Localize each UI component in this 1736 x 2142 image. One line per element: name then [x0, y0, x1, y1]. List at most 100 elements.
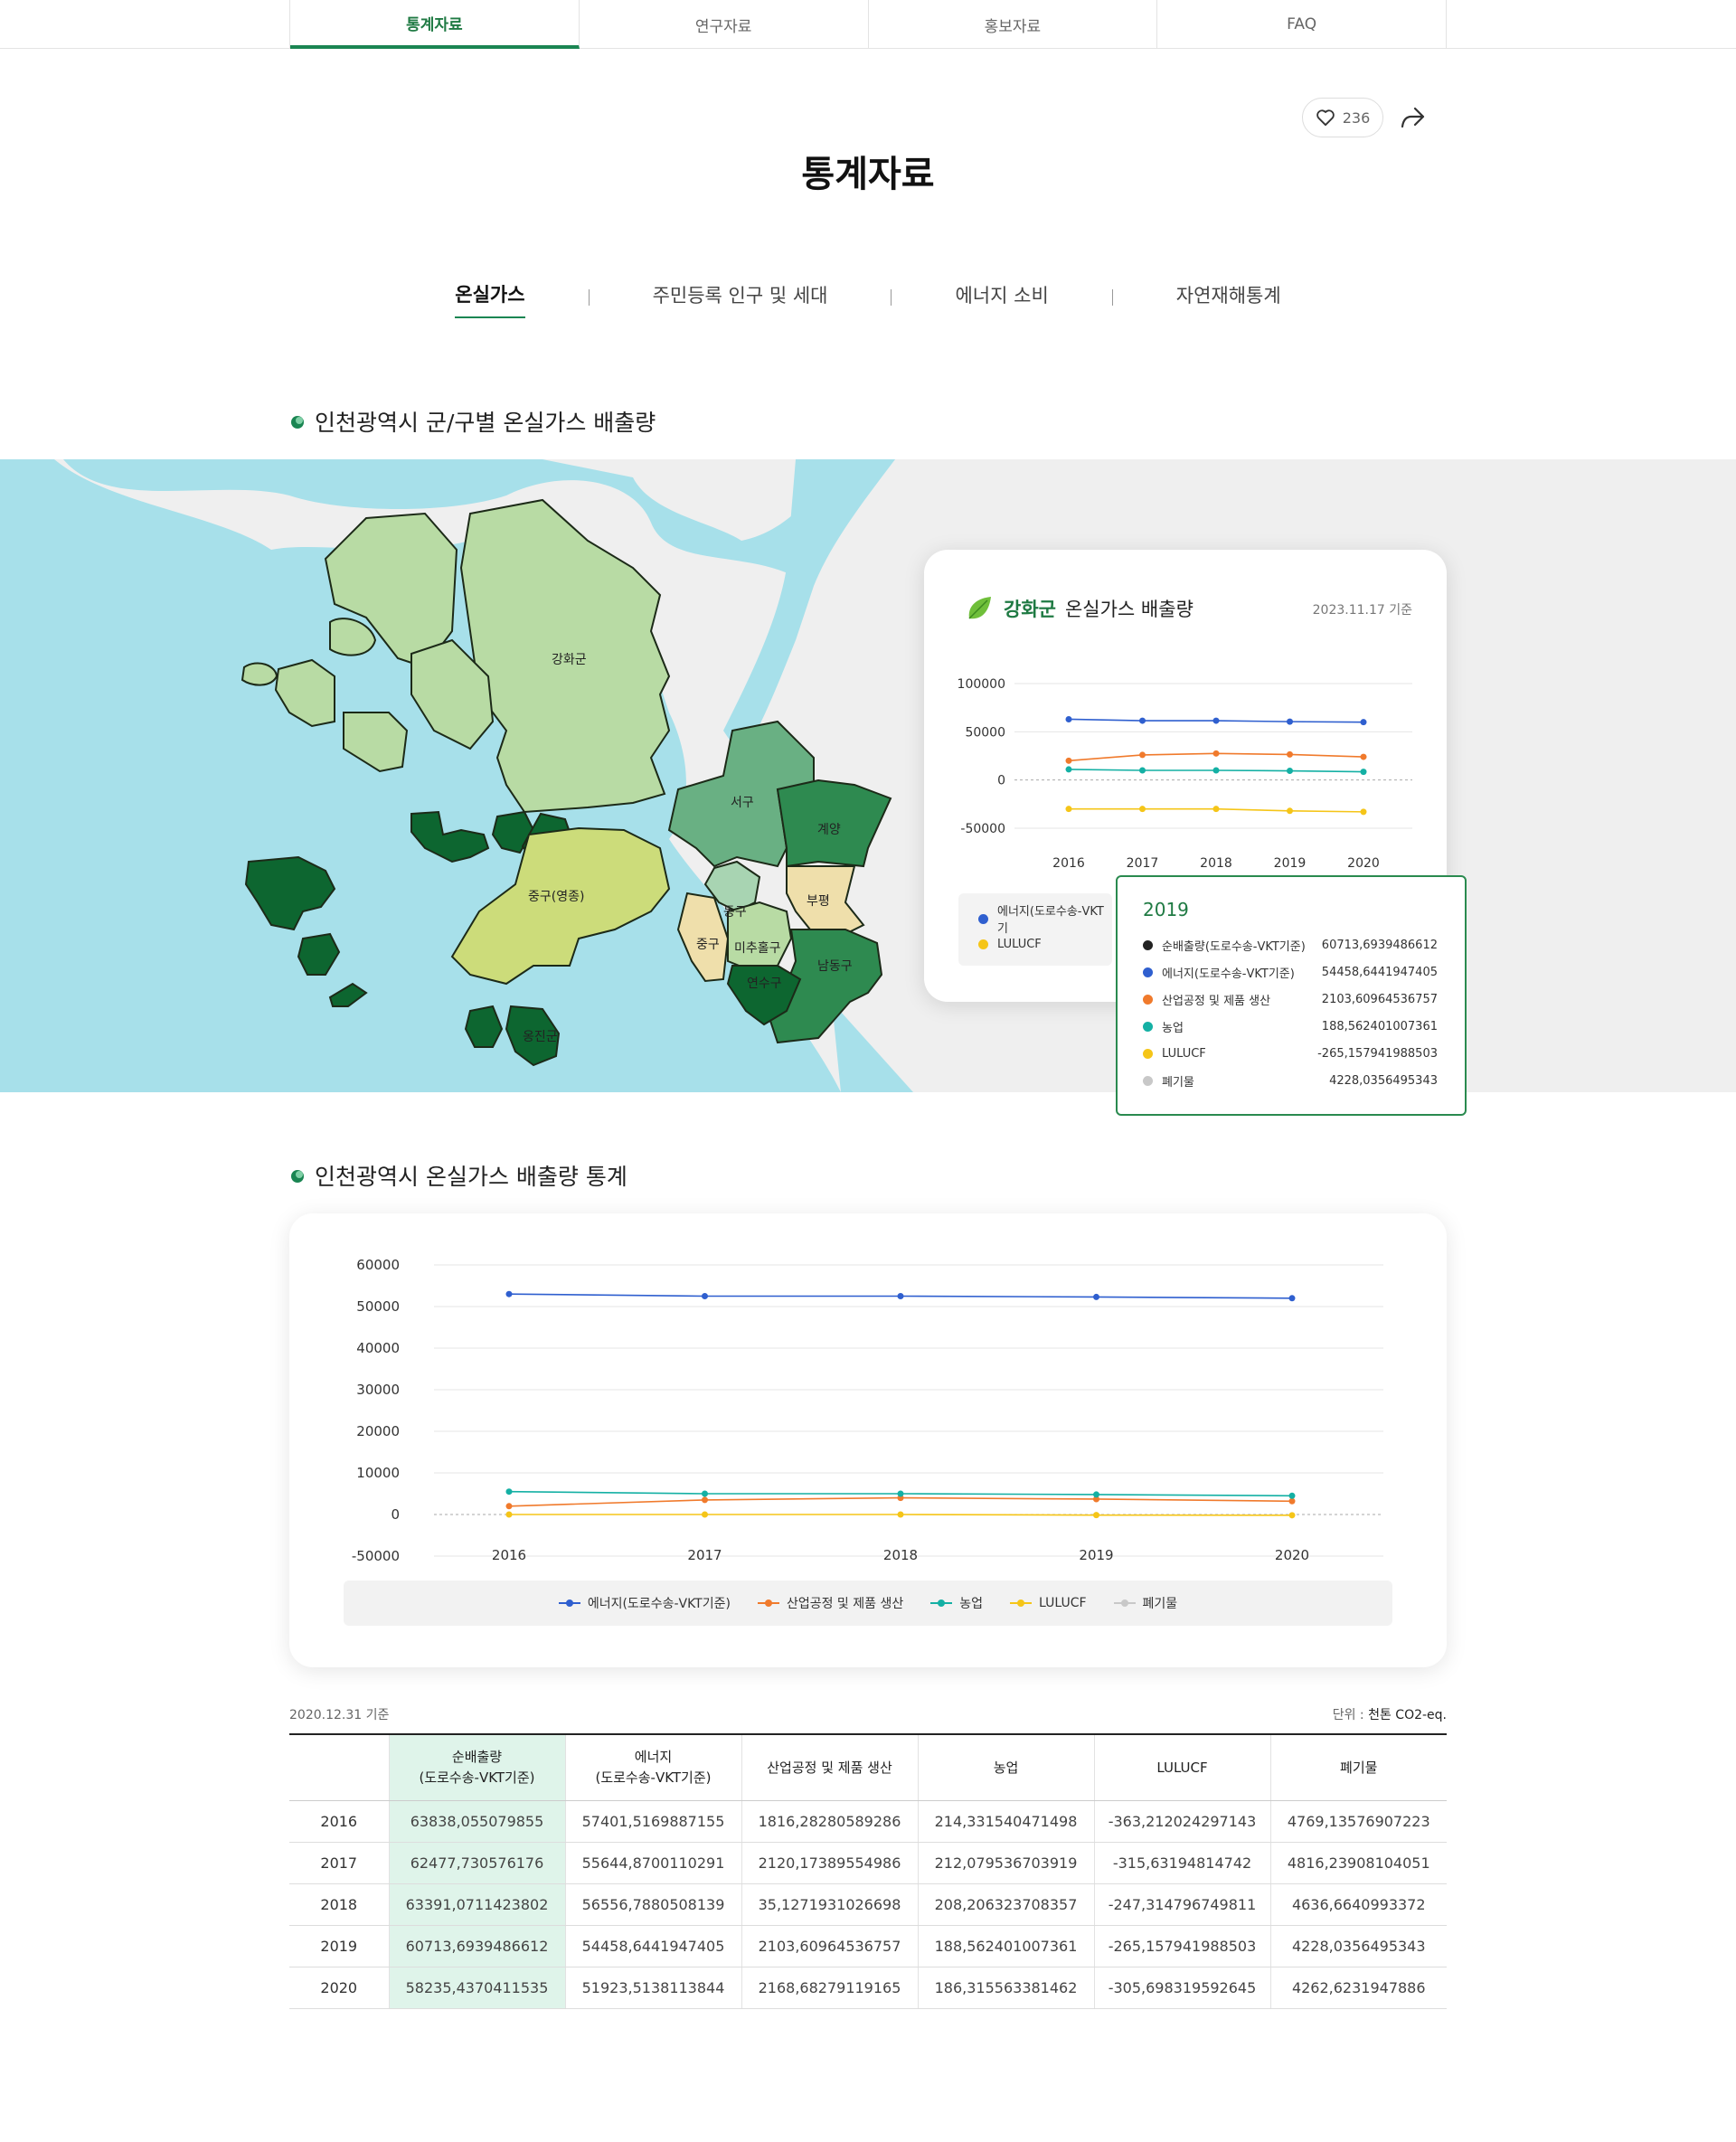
legend-item[interactable]: 폐기물	[1113, 1594, 1177, 1612]
data-point[interactable]	[1139, 717, 1146, 724]
table-header: 순배출량 (도로수송-VKT기준)	[388, 1733, 565, 1801]
table-basis: 2020.12.31 기준	[289, 1708, 390, 1722]
data-point[interactable]	[1093, 1293, 1099, 1300]
table-cell: 2103,60964536757	[741, 1925, 918, 1967]
data-point[interactable]	[1287, 807, 1293, 815]
legend-label: 산업공정 및 제품 생산	[786, 1597, 904, 1611]
data-point[interactable]	[1287, 718, 1293, 725]
map-svg: 강화군 서구 계양 부평 동구 중구 미추홀구 남동구 연수구 중구(영종) 옹…	[0, 459, 913, 1092]
y-tick-label: -50000	[352, 1548, 400, 1564]
table-cell: -247,314796749811	[1093, 1883, 1270, 1926]
tab-promotion[interactable]: 홍보자료	[869, 0, 1158, 49]
data-point[interactable]	[1093, 1491, 1099, 1498]
data-point[interactable]	[1288, 1512, 1296, 1519]
category-population[interactable]: 주민등록 인구 및 세대	[653, 278, 828, 317]
data-point[interactable]	[1065, 757, 1072, 764]
data-point[interactable]	[505, 1488, 513, 1496]
data-point[interactable]	[1360, 753, 1367, 760]
legend-item[interactable]: 에너지(도로수송-VKT기	[978, 905, 1112, 936]
data-point[interactable]	[1139, 767, 1146, 774]
map-label-yeonsu: 연수구	[747, 977, 782, 991]
data-point[interactable]	[897, 1490, 904, 1497]
tab-research[interactable]: 연구자료	[580, 0, 869, 49]
data-point[interactable]	[505, 1290, 513, 1297]
legend-item[interactable]: 산업공정 및 제품 생산	[757, 1594, 904, 1612]
table-cell: 51923,5138113844	[564, 1967, 741, 2009]
table-row: 2019 60713,6939486612 54458,6441947405 2103…	[289, 1925, 1447, 1967]
data-point[interactable]	[1065, 766, 1072, 773]
table-cell: 35,1271931026698	[741, 1883, 918, 1926]
category-disaster[interactable]: 자연재해통계	[1176, 278, 1281, 317]
legend-marker	[1010, 1599, 1032, 1607]
data-point[interactable]	[1360, 769, 1367, 776]
tooltip-year: 2019	[1143, 899, 1189, 920]
map-label-donggu: 동구	[723, 905, 747, 920]
data-point[interactable]	[1288, 1492, 1296, 1499]
legend-item[interactable]: 에너지(도로수송-VKT기준)	[558, 1594, 731, 1612]
tooltip-dot	[1143, 939, 1153, 950]
data-point[interactable]	[1065, 806, 1072, 813]
data-point[interactable]	[1288, 1295, 1296, 1302]
data-point[interactable]	[505, 1503, 513, 1510]
x-tick-label: 2017	[1127, 856, 1159, 871]
data-point[interactable]	[1287, 750, 1293, 758]
like-count: 236	[1342, 109, 1371, 127]
x-tick-label: 2019	[1274, 856, 1307, 871]
category-separator	[1111, 289, 1113, 306]
main-line-chart: 60000 50000 40000 30000 20000 10000 0 -50000 201…	[352, 1257, 1383, 1564]
category-energy[interactable]: 에너지 소비	[955, 278, 1048, 317]
data-point[interactable]	[897, 1293, 904, 1299]
x-tick-label: 2020	[1275, 1547, 1309, 1563]
data-point[interactable]	[1288, 1497, 1296, 1505]
legend-item[interactable]: 농업	[930, 1594, 983, 1612]
popup-legend: 에너지(도로수송-VKT기 LULUCF	[958, 893, 1112, 966]
data-point[interactable]	[1065, 715, 1072, 722]
incheon-map: 강화군 서구 계양 부평 동구 중구 미추홀구 남동구 연수구 중구(영종) 옹…	[0, 459, 1736, 1092]
data-point[interactable]	[702, 1293, 708, 1299]
section-title-stats: 인천광역시 온실가스 배출량 통계	[289, 1159, 627, 1192]
table-unit: 단위 : 천톤 CO2-eq.	[1332, 1708, 1447, 1722]
tooltip-label: 농업	[1162, 1021, 1184, 1035]
table-cell: 2168,68279119165	[741, 1967, 918, 2009]
data-point[interactable]	[1360, 808, 1367, 816]
share-button[interactable]	[1396, 101, 1429, 134]
x-tick-label: 2018	[883, 1547, 918, 1563]
tooltip-value: 4228,0356495343	[1329, 1073, 1438, 1088]
legend-dot	[978, 913, 988, 924]
data-point[interactable]	[897, 1511, 904, 1518]
leaf-icon	[968, 597, 991, 619]
table-cell: 62477,730576176	[388, 1842, 565, 1884]
legend-item[interactable]: LULUCF	[1010, 1596, 1087, 1610]
popup-title: 강화군 온실가스 배출량	[964, 593, 1194, 624]
data-point[interactable]	[1212, 806, 1220, 813]
tab-faq[interactable]: FAQ	[1157, 0, 1447, 49]
data-point[interactable]	[702, 1496, 708, 1504]
like-button[interactable]: 236	[1302, 98, 1383, 137]
data-point[interactable]	[1212, 750, 1220, 757]
table-header: LULUCF	[1093, 1733, 1270, 1801]
x-tick-label: 2019	[1079, 1547, 1113, 1563]
data-point[interactable]	[1212, 767, 1220, 774]
table-cell: -363,212024297143	[1093, 1800, 1270, 1843]
y-tick-label: 50000	[965, 725, 1005, 740]
data-point[interactable]	[1360, 719, 1367, 726]
data-point[interactable]	[1139, 751, 1146, 759]
data-point[interactable]	[1212, 717, 1220, 724]
data-point[interactable]	[1139, 806, 1146, 813]
table-header: 산업공정 및 제품 생산	[741, 1733, 918, 1801]
data-point[interactable]	[702, 1511, 708, 1518]
tab-statistics[interactable]: 통계자료	[290, 0, 580, 49]
data-point[interactable]	[702, 1490, 708, 1497]
tooltip-label: 순배출량(도로수송-VKT기준)	[1162, 939, 1306, 954]
y-tick-label: -50000	[960, 822, 1005, 836]
category-separator	[891, 289, 892, 306]
y-tick-label: 20000	[356, 1423, 400, 1439]
data-point[interactable]	[1287, 768, 1293, 775]
table-cell: 2017	[289, 1842, 389, 1884]
table-cell: 212,079536703919	[917, 1842, 1094, 1884]
data-point[interactable]	[505, 1511, 513, 1518]
data-point[interactable]	[1093, 1512, 1099, 1519]
category-greenhouse[interactable]: 온실가스	[455, 277, 525, 318]
table-cell: 54458,6441947405	[564, 1925, 741, 1967]
emission-table: 순배출량 (도로수송-VKT기준) 에너지 (도로수송-VKT기준) 산업공정 및 제품…	[289, 1733, 1447, 2009]
